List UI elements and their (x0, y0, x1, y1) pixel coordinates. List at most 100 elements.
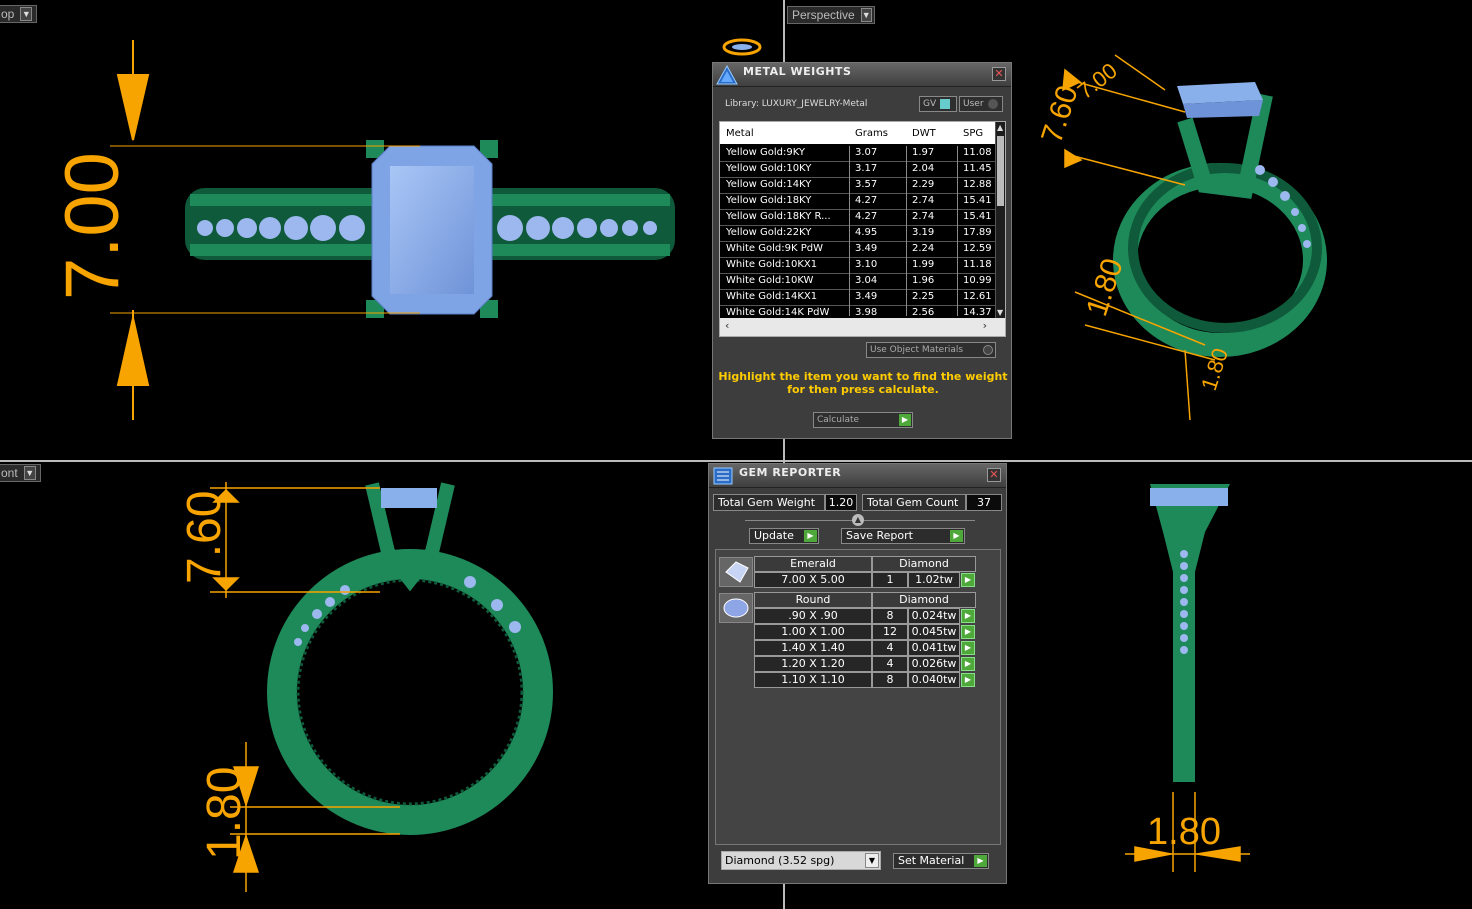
table-cell: 3.57 (855, 179, 878, 190)
user-toggle[interactable]: User (959, 96, 1003, 112)
play-arrow-icon[interactable]: ▶ (961, 625, 975, 639)
col-grams[interactable]: Grams (855, 128, 888, 139)
gv-toggle[interactable]: GV (919, 96, 957, 112)
update-button[interactable]: Update ▶ (749, 528, 819, 544)
chevron-down-icon[interactable]: ▼ (865, 853, 879, 868)
calculate-button[interactable]: Calculate ▶ (813, 412, 913, 428)
viewport-top[interactable]: 7.00 op ▼ (0, 0, 783, 460)
gem-list[interactable]: Emerald Diamond 7.00 X 5.00 1 1.02tw ▶ R… (715, 549, 1001, 845)
metal-table-vscroll[interactable]: ▲ ▼ (995, 122, 1005, 318)
emerald-gem-icon[interactable] (719, 557, 753, 587)
gem-weight[interactable]: 0.026tw (908, 656, 960, 672)
update-label: Update (754, 529, 794, 542)
total-gem-count-value: 37 (966, 494, 1002, 511)
table-cell: 4.27 (855, 195, 878, 206)
table-cell: 4.27 (855, 211, 878, 222)
table-row[interactable]: White Gold:14KX1 3.49 2.25 12.61 (720, 290, 996, 306)
play-arrow-icon[interactable]: ▶ (961, 641, 975, 655)
gem-count[interactable]: 12 (872, 624, 908, 640)
gem-weight[interactable]: 0.024tw (908, 608, 960, 624)
table-cell: 2.24 (912, 243, 935, 254)
col-spg[interactable]: SPG (963, 128, 983, 139)
gem-shape: Round (754, 592, 872, 608)
gem-reporter-title: GEM REPORTER (739, 466, 842, 479)
gem-weight[interactable]: 0.045tw (908, 624, 960, 640)
table-row[interactable]: Yellow Gold:18KY R... 4.27 2.74 15.41 (720, 210, 996, 226)
table-cell: Yellow Gold:22KY (726, 227, 812, 238)
chevron-down-icon[interactable]: ▼ (23, 466, 36, 480)
gem-count[interactable]: 1 (872, 572, 908, 588)
close-icon[interactable]: ✕ (987, 468, 1001, 482)
gem-size[interactable]: .90 X .90 (754, 608, 872, 624)
use-object-materials-toggle[interactable]: Use Object Materials (866, 342, 996, 358)
chevron-down-icon[interactable]: ▼ (860, 8, 872, 22)
metal-library-label: Library: LUXURY_JEWELRY-Metal (725, 99, 868, 109)
viewport-perspective-label-text: Perspective (792, 8, 855, 22)
col-dwt[interactable]: DWT (912, 128, 936, 139)
table-cell: 2.56 (912, 307, 935, 318)
table-row[interactable]: Yellow Gold:9KY 3.07 1.97 11.08 (720, 146, 996, 162)
table-cell: 3.10 (855, 259, 878, 270)
table-cell: 3.07 (855, 147, 878, 158)
table-cell: 2.04 (912, 163, 935, 174)
close-icon[interactable]: ✕ (992, 67, 1006, 81)
play-arrow-icon[interactable]: ▶ (961, 573, 975, 587)
metal-weights-titlebar[interactable]: METAL WEIGHTS ✕ (713, 63, 1011, 87)
play-arrow-icon[interactable]: ▶ (961, 657, 975, 671)
gem-count[interactable]: 8 (872, 672, 908, 688)
metal-weights-title: METAL WEIGHTS (743, 65, 852, 78)
gem-count[interactable]: 8 (872, 608, 908, 624)
play-arrow-icon[interactable]: ▶ (961, 609, 975, 623)
gem-weight[interactable]: 1.02tw (908, 572, 960, 588)
material-select[interactable]: Diamond (3.52 spg) ▼ (721, 851, 881, 870)
gem-size[interactable]: 1.20 X 1.20 (754, 656, 872, 672)
table-cell: Yellow Gold:18KY R... (726, 211, 831, 222)
play-arrow-icon[interactable]: ▶ (961, 673, 975, 687)
chevron-down-icon[interactable]: ▼ (20, 7, 33, 21)
gem-count[interactable]: 4 (872, 640, 908, 656)
gem-size[interactable]: 1.00 X 1.00 (754, 624, 872, 640)
table-row[interactable]: Yellow Gold:10KY 3.17 2.04 11.45 (720, 162, 996, 178)
metal-table[interactable]: Metal Grams DWT SPG Yellow Gold:9KY 3.07 1… (719, 121, 1006, 337)
scroll-down-icon[interactable]: ▼ (997, 308, 1003, 317)
col-metal[interactable]: Metal (726, 128, 754, 139)
scroll-up-icon[interactable]: ▲ (997, 123, 1003, 132)
viewport-divider-horizontal[interactable] (0, 460, 1472, 462)
table-row[interactable]: White Gold:9K PdW 3.49 2.24 12.59 (720, 242, 996, 258)
viewport-front[interactable]: 7.60 1.80 ont ▼ (0, 462, 783, 909)
gem-size[interactable]: 7.00 X 5.00 (754, 572, 872, 588)
set-material-button[interactable]: Set Material ▶ (893, 853, 989, 869)
table-row[interactable]: White Gold:10KX1 3.10 1.99 11.18 (720, 258, 996, 274)
viewport-front-label[interactable]: ont ▼ (0, 464, 41, 482)
scroll-thumb[interactable] (997, 136, 1004, 206)
round-gem-icon[interactable] (719, 593, 753, 623)
table-cell: White Gold:14KX1 (726, 291, 818, 302)
table-row[interactable]: White Gold:10KW 3.04 1.96 10.99 (720, 274, 996, 290)
viewport-perspective-label[interactable]: Perspective ▼ (787, 6, 875, 24)
table-cell: White Gold:10KW (726, 275, 814, 286)
gem-count[interactable]: 4 (872, 656, 908, 672)
scroll-right-icon[interactable]: › (983, 319, 987, 332)
save-report-button[interactable]: Save Report ▶ (841, 528, 965, 544)
table-cell: 1.96 (912, 275, 935, 286)
ring-icon[interactable] (722, 37, 762, 57)
play-arrow-icon: ▶ (974, 855, 987, 867)
viewport-top-label[interactable]: op ▼ (0, 5, 38, 23)
gem-weight[interactable]: 0.040tw (908, 672, 960, 688)
table-row[interactable]: Yellow Gold:14KY 3.57 2.29 12.88 (720, 178, 996, 194)
user-toggle-label: User (963, 99, 984, 109)
scroll-left-icon[interactable]: ‹ (725, 319, 729, 332)
gv-toggle-label: GV (923, 99, 937, 109)
gem-shape: Emerald (754, 556, 872, 572)
gem-size[interactable]: 1.40 X 1.40 (754, 640, 872, 656)
table-row[interactable]: Yellow Gold:18KY 4.27 2.74 15.41 (720, 194, 996, 210)
total-gem-weight-label: Total Gem Weight (713, 494, 825, 511)
gem-size[interactable]: 1.10 X 1.10 (754, 672, 872, 688)
collapse-icon[interactable]: ▲ (852, 514, 864, 526)
total-gem-weight-value: 1.20 (825, 494, 857, 511)
gem-weight[interactable]: 0.041tw (908, 640, 960, 656)
table-row[interactable]: Yellow Gold:22KY 4.95 3.19 17.89 (720, 226, 996, 242)
gem-reporter-titlebar[interactable]: GEM REPORTER ✕ (709, 464, 1006, 488)
table-cell: 3.98 (855, 307, 878, 318)
metal-table-hscroll[interactable]: ‹ › (720, 318, 1005, 336)
